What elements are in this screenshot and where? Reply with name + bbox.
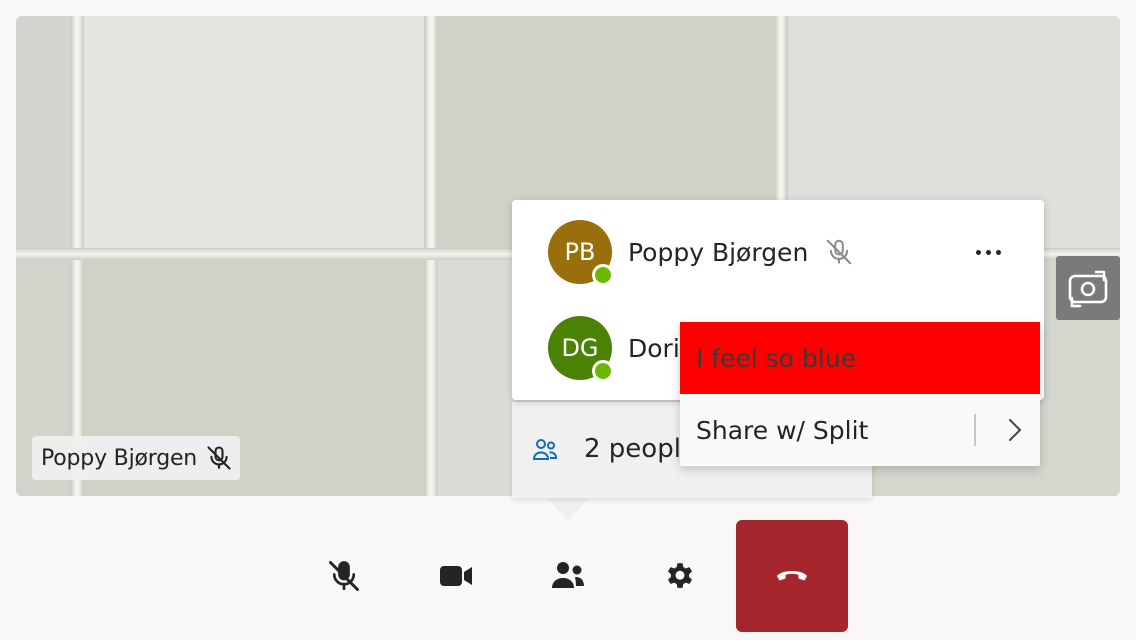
participant-row[interactable]: PB Poppy Bjørgen [548, 220, 854, 286]
wall-tile [82, 16, 426, 248]
people-icon [532, 439, 558, 460]
menu-item-share-split[interactable]: Share w/ Split [680, 394, 1040, 466]
avatar: PB [548, 220, 614, 286]
people-popup-pointer [546, 497, 590, 521]
presence-available-icon [592, 360, 614, 382]
people-icon [552, 562, 584, 588]
phone-hangup-icon [777, 571, 807, 581]
participant-row[interactable]: DG Dori [548, 316, 680, 382]
presence-available-icon [592, 264, 614, 286]
context-menu-pointer [757, 298, 801, 322]
menu-divider [974, 414, 976, 446]
mute-button[interactable] [288, 520, 400, 632]
hang-up-button[interactable] [736, 520, 848, 632]
participant-name: Dori [628, 333, 680, 363]
avatar-initials: DG [561, 334, 599, 362]
camera-switch-icon [1068, 270, 1108, 308]
menu-item-label: Share w/ Split [696, 415, 869, 445]
mic-off-icon [827, 239, 852, 265]
camera-button[interactable] [400, 520, 512, 632]
gear-icon [668, 563, 692, 588]
mic-off-icon [207, 446, 231, 470]
video-camera-icon [440, 566, 472, 586]
avatar-initials: PB [564, 238, 596, 266]
people-count-label: 2 peopl [584, 434, 681, 464]
participant-name: Poppy Bjørgen [41, 445, 198, 471]
wall-tile [16, 16, 72, 248]
participant-name: Poppy Bjørgen [628, 237, 809, 267]
more-horizontal-icon[interactable] [970, 236, 1006, 268]
menu-item-i-feel-so-blue[interactable]: I feel so blue [680, 322, 1040, 394]
camera-switch-button[interactable] [1056, 256, 1120, 320]
chevron-right-icon[interactable] [1002, 414, 1026, 446]
participant-context-menu: I feel so blue Share w/ Split [680, 322, 1040, 466]
participant-name-tag: Poppy Bjørgen [32, 436, 240, 480]
people-button[interactable] [512, 520, 624, 632]
avatar: DG [548, 316, 614, 382]
menu-item-label: I feel so blue [696, 343, 857, 373]
mic-off-icon [329, 561, 359, 591]
settings-button[interactable] [624, 520, 736, 632]
